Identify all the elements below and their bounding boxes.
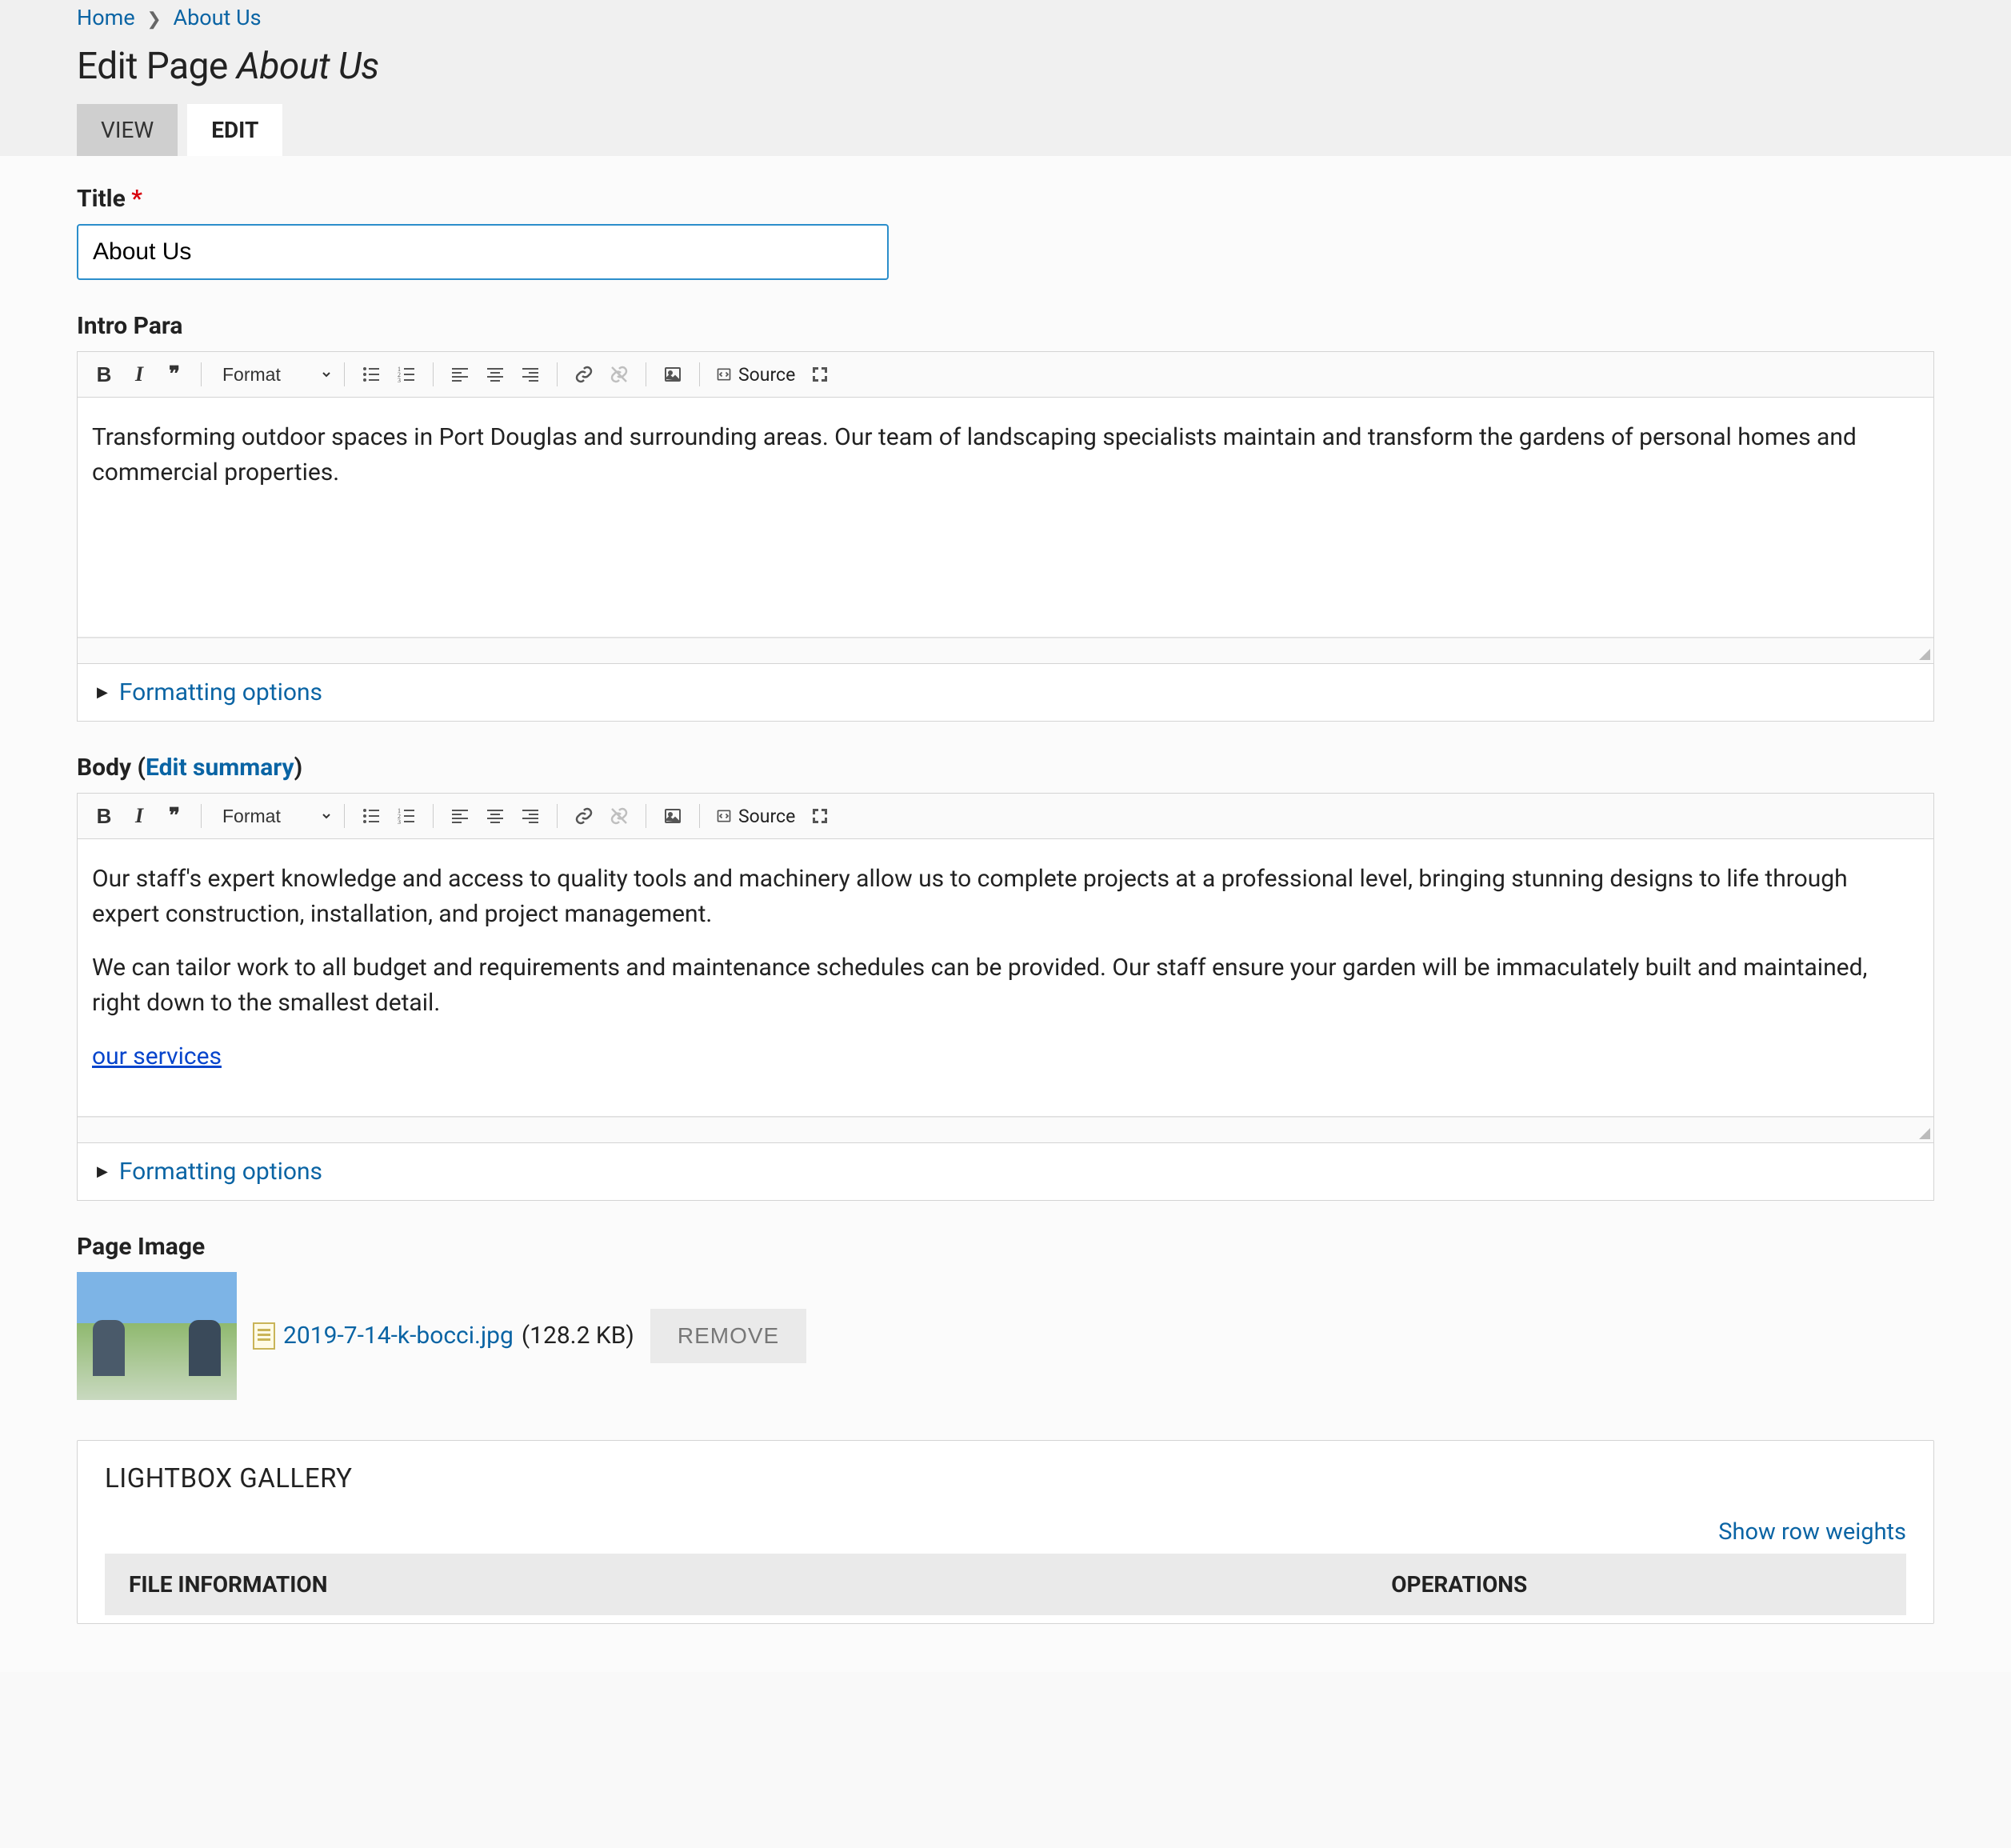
image-button[interactable] [658, 361, 688, 388]
toolbar-separator [433, 362, 434, 386]
page-image-label: Page Image [77, 1233, 1934, 1261]
bullet-list-button[interactable] [356, 361, 386, 388]
formatting-options-link[interactable]: Formatting options [119, 1158, 322, 1186]
blockquote-button[interactable]: ❞ [159, 361, 190, 388]
toolbar-separator [557, 804, 558, 828]
body-services-link[interactable]: our services [92, 1042, 222, 1070]
toolbar-separator [699, 804, 700, 828]
lightbox-gallery: LIGHTBOX GALLERY Show row weights FILE I… [77, 1440, 1934, 1624]
breadcrumb: Home ❯ About Us [77, 0, 1934, 37]
tab-view[interactable]: VIEW [77, 104, 178, 156]
page-image-thumbnail[interactable] [77, 1272, 237, 1400]
chevron-right-icon: ❯ [146, 10, 161, 30]
toolbar-separator [201, 362, 202, 386]
toolbar-separator [344, 362, 345, 386]
format-select[interactable]: Format [213, 802, 333, 830]
unlink-button[interactable] [604, 802, 634, 830]
maximize-button[interactable] [805, 802, 835, 830]
align-left-button[interactable] [445, 802, 475, 830]
title-input[interactable] [77, 224, 889, 280]
body-paragraph-2: We can tailor work to all budget and req… [92, 950, 1919, 1020]
formatting-options-link[interactable]: Formatting options [119, 678, 322, 706]
bold-button[interactable]: B [89, 802, 119, 830]
body-label-suffix: ) [294, 754, 303, 782]
body-label-prefix: Body ( [77, 754, 146, 782]
intro-content[interactable]: Transforming outdoor spaces in Port Doug… [78, 398, 1933, 638]
resize-handle[interactable] [78, 1117, 1933, 1142]
intro-toolbar: B I ❞ Format 123 Sour [78, 352, 1933, 398]
link-button[interactable] [569, 802, 599, 830]
intro-paragraph: Transforming outdoor spaces in Port Doug… [92, 420, 1919, 490]
intro-label: Intro Para [77, 312, 1934, 340]
col-file-information: FILE INFORMATION [129, 1571, 1391, 1598]
remove-image-button[interactable]: REMOVE [650, 1309, 806, 1363]
align-center-button[interactable] [480, 802, 510, 830]
tab-edit[interactable]: EDIT [187, 104, 282, 156]
format-select[interactable]: Format [213, 360, 333, 389]
file-icon [253, 1322, 275, 1350]
align-center-button[interactable] [480, 361, 510, 388]
blockquote-button[interactable]: ❞ [159, 802, 190, 830]
field-page-image: Page Image 2019-7-14-k-bocci.jpg (128.2 … [77, 1233, 1934, 1400]
source-button[interactable]: Source [711, 364, 800, 386]
toolbar-separator [344, 804, 345, 828]
intro-formatting-options[interactable]: ▶ Formatting options [77, 664, 1934, 722]
numbered-list-button[interactable]: 123 [391, 802, 422, 830]
bullet-list-button[interactable] [356, 802, 386, 830]
toolbar-separator [433, 804, 434, 828]
field-intro-para: Intro Para B I ❞ Format 123 [77, 312, 1934, 722]
body-editor: B I ❞ Format 123 Sour [77, 793, 1934, 1143]
link-button[interactable] [569, 361, 599, 388]
align-left-button[interactable] [445, 361, 475, 388]
italic-button[interactable]: I [124, 361, 154, 388]
gallery-title: LIGHTBOX GALLERY [105, 1463, 1906, 1494]
toolbar-separator [699, 362, 700, 386]
caret-right-icon: ▶ [97, 1163, 108, 1180]
title-label-text: Title [77, 185, 126, 213]
field-title: Title * [77, 185, 1934, 280]
body-formatting-options[interactable]: ▶ Formatting options [77, 1143, 1934, 1201]
unlink-button[interactable] [604, 361, 634, 388]
body-paragraph-1: Our staff's expert knowledge and access … [92, 862, 1919, 931]
image-button[interactable] [658, 802, 688, 830]
toolbar-separator [201, 804, 202, 828]
page-title: Edit Page About Us [77, 45, 1934, 88]
align-right-button[interactable] [515, 361, 546, 388]
body-content[interactable]: Our staff's expert knowledge and access … [78, 839, 1933, 1117]
numbered-list-button[interactable]: 123 [391, 361, 422, 388]
body-toolbar: B I ❞ Format 123 Sour [78, 794, 1933, 839]
gallery-table-header: FILE INFORMATION OPERATIONS [105, 1554, 1906, 1615]
breadcrumb-about[interactable]: About Us [174, 5, 262, 30]
tabs: VIEW EDIT [77, 104, 1934, 156]
field-body: Body (Edit summary) B I ❞ Format 123 [77, 754, 1934, 1201]
body-label: Body (Edit summary) [77, 754, 1934, 782]
caret-right-icon: ▶ [97, 684, 108, 701]
col-operations: OPERATIONS [1391, 1571, 1882, 1598]
bold-button[interactable]: B [89, 361, 119, 388]
svg-text:3: 3 [398, 818, 401, 826]
breadcrumb-home[interactable]: Home [77, 5, 135, 30]
align-right-button[interactable] [515, 802, 546, 830]
page-image-filename-link[interactable]: 2019-7-14-k-bocci.jpg [283, 1322, 514, 1350]
show-row-weights-link[interactable]: Show row weights [1718, 1518, 1906, 1546]
intro-editor: B I ❞ Format 123 Sour [77, 351, 1934, 664]
page-title-prefix: Edit Page [77, 45, 237, 88]
italic-button[interactable]: I [124, 802, 154, 830]
edit-summary-link[interactable]: Edit summary [146, 754, 294, 782]
required-marker: * [131, 185, 142, 213]
title-label: Title * [77, 185, 1934, 213]
source-label: Source [738, 364, 795, 386]
page-image-filesize: (128.2 KB) [522, 1322, 634, 1350]
toolbar-separator [557, 362, 558, 386]
source-label: Source [738, 806, 795, 827]
maximize-button[interactable] [805, 361, 835, 388]
source-button[interactable]: Source [711, 806, 800, 827]
resize-handle[interactable] [78, 638, 1933, 663]
svg-text:3: 3 [398, 377, 401, 384]
page-title-name: About Us [237, 45, 379, 88]
